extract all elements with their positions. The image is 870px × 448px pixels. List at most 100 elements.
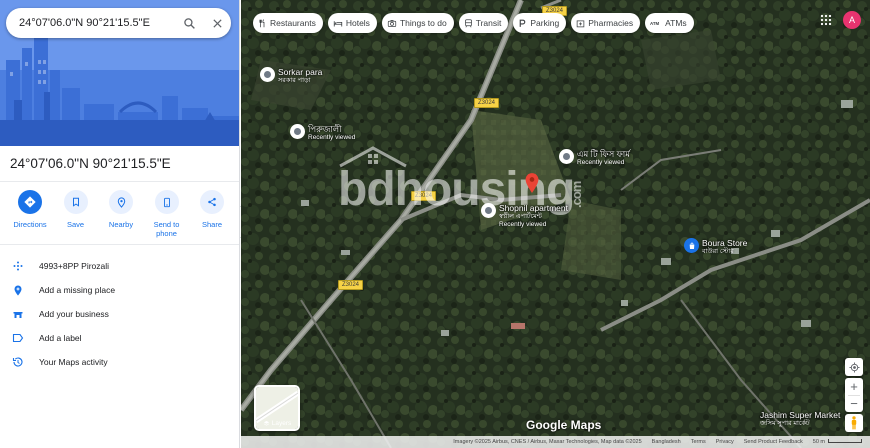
zoom-out-icon[interactable]: − (850, 396, 858, 412)
poi-shopnil-apartment[interactable]: Shopnil apartment স্বপ্নীল এপার্টমেন্ট R… (481, 203, 568, 229)
place-pin-icon (260, 67, 275, 82)
send-to-phone-label: Send to phone (153, 220, 180, 238)
layers-icon (263, 420, 270, 426)
chip-transit[interactable]: Transit (458, 13, 509, 33)
chip-hotels[interactable]: Hotels (327, 13, 377, 33)
plus-code-row[interactable]: 4993+8PP Pirozali (0, 254, 239, 278)
share-icon (200, 190, 224, 214)
add-label-row[interactable]: Add a label (0, 326, 239, 350)
business-icon (10, 306, 26, 322)
my-location-button[interactable] (845, 358, 863, 376)
directions-icon (18, 190, 42, 214)
close-icon[interactable] (203, 8, 231, 38)
divider (0, 181, 239, 182)
poi-subtitle: Recently viewed (577, 159, 625, 166)
watermark-suffix: .com (569, 181, 585, 208)
poi-name: Boura Store (702, 238, 748, 248)
add-missing-place-text: Add a missing place (39, 285, 116, 295)
google-apps-icon[interactable] (817, 11, 835, 29)
road-label: Z3024 (338, 280, 364, 290)
account-avatar[interactable]: A (843, 11, 861, 29)
layers-button[interactable]: Layers (254, 385, 300, 431)
chip-label: Transit (475, 18, 502, 28)
atm-icon: ATM (650, 19, 662, 28)
poi-sorkar-para[interactable]: Sorkar para সরকার পাড়া (260, 67, 322, 85)
watermark-logo: bdhousing.com (338, 162, 611, 217)
chip-label: Parking (530, 18, 560, 28)
street-view-pegman-icon[interactable] (845, 414, 863, 432)
plus-code-text: 4993+8PP Pirozali (39, 261, 110, 271)
footer-link-country[interactable]: Bangladesh (652, 439, 681, 445)
add-missing-place-row[interactable]: Add a missing place (0, 278, 239, 302)
zoom-controls: + − (845, 378, 863, 412)
shopping-bag-icon (684, 238, 699, 253)
poi-name: এম টি ফিস ফার্ম (577, 149, 630, 159)
place-pin-icon (481, 203, 496, 218)
maps-activity-row[interactable]: Your Maps activity (0, 350, 239, 374)
map-canvas[interactable]: Z3024 Z3024 Z3024 Z3024 bdhousing.com So… (241, 0, 870, 448)
poi-pirojali[interactable]: পিরুজালী Recently viewed (290, 124, 355, 142)
google-maps-logo: Google Maps (526, 418, 602, 432)
nearby-icon (109, 190, 133, 214)
poi-recent: Recently viewed (499, 221, 547, 228)
save-button[interactable]: Save (54, 190, 98, 238)
poi-subtitle: সরকার পাড়া (278, 77, 311, 84)
dropped-pin-icon[interactable] (525, 173, 539, 193)
transit-icon (464, 18, 473, 28)
map-footer: Imagery ©2025 Airbus, CNES / Airbus, Max… (241, 436, 870, 448)
share-button[interactable]: Share (190, 190, 234, 238)
place-panel: 24°07'06.0"N 90°21'15.5"E 24°07'06.0"N 9… (0, 0, 240, 448)
divider (0, 244, 239, 245)
bookmark-icon (63, 190, 88, 214)
scale-indicator[interactable]: 50 m (813, 439, 862, 445)
footer-link-feedback[interactable]: Send Product Feedback (744, 439, 803, 445)
search-box[interactable]: 24°07'06.0"N 90°21'15.5"E (6, 8, 231, 38)
poi-subtitle: বাউরা স্টোর (702, 248, 734, 255)
send-to-phone-button[interactable]: Send to phone (145, 190, 189, 238)
footer-link-terms[interactable]: Terms (691, 439, 706, 445)
poi-boura-store[interactable]: Boura Store বাউরা স্টোর (684, 238, 747, 256)
hotel-icon (333, 19, 343, 28)
add-business-row[interactable]: Add your business (0, 302, 239, 326)
directions-label: Directions (13, 220, 47, 229)
poi-mt-fish-farm[interactable]: এম টি ফিস ফার্ম Recently viewed (559, 149, 630, 167)
poi-name: Jashim Super Market (760, 410, 841, 420)
scale-label: 50 m (812, 439, 825, 445)
nearby-button[interactable]: Nearby (99, 190, 143, 238)
place-pin-icon (559, 149, 574, 164)
footer-link-privacy[interactable]: Privacy (716, 439, 734, 445)
chip-restaurants[interactable]: Restaurants (253, 13, 323, 33)
search-icon[interactable] (175, 8, 203, 38)
add-business-text: Add your business (39, 309, 109, 319)
share-label: Share (201, 220, 222, 229)
camera-icon (387, 19, 397, 28)
zoom-in-icon[interactable]: + (850, 379, 858, 395)
place-pin-icon (290, 124, 305, 139)
search-input[interactable]: 24°07'06.0"N 90°21'15.5"E (19, 17, 175, 29)
poi-name: Shopnil apartment (499, 203, 568, 213)
plus-code-icon (10, 258, 26, 274)
chip-label: Pharmacies (588, 18, 634, 28)
maps-activity-text: Your Maps activity (39, 357, 108, 367)
chip-label: Restaurants (270, 18, 316, 28)
place-info-list: 4993+8PP Pirozali Add a missing place Ad… (0, 254, 239, 374)
nearby-label: Nearby (108, 220, 134, 229)
directions-button[interactable]: Directions (8, 190, 52, 238)
chip-pharmacies[interactable]: Pharmacies (571, 13, 641, 33)
add-place-icon (10, 282, 26, 298)
history-icon (10, 354, 26, 370)
chip-label: Things to do (399, 18, 447, 28)
place-title: 24°07'06.0"N 90°21'15.5"E (10, 156, 171, 171)
attribution-text: Imagery ©2025 Airbus, CNES / Airbus, Max… (453, 439, 642, 445)
my-location-icon (848, 361, 860, 373)
chip-parking[interactable]: Parking (513, 13, 567, 33)
svg-text:ATM: ATM (650, 21, 660, 26)
chip-things-to-do[interactable]: Things to do (381, 13, 454, 33)
add-label-text: Add a label (39, 333, 82, 343)
poi-jashim-super-market[interactable]: Jashim Super Market জসিম সুপার মার্কেট (760, 410, 840, 428)
action-buttons: Directions Save Nearby Send to phone Sha… (8, 190, 234, 238)
poi-subtitle: স্বপ্নীল এপার্টমেন্ট (499, 213, 542, 220)
scale-bar (828, 439, 862, 443)
chip-atms[interactable]: ATM ATMs (645, 13, 694, 33)
pharmacy-icon (576, 19, 585, 28)
